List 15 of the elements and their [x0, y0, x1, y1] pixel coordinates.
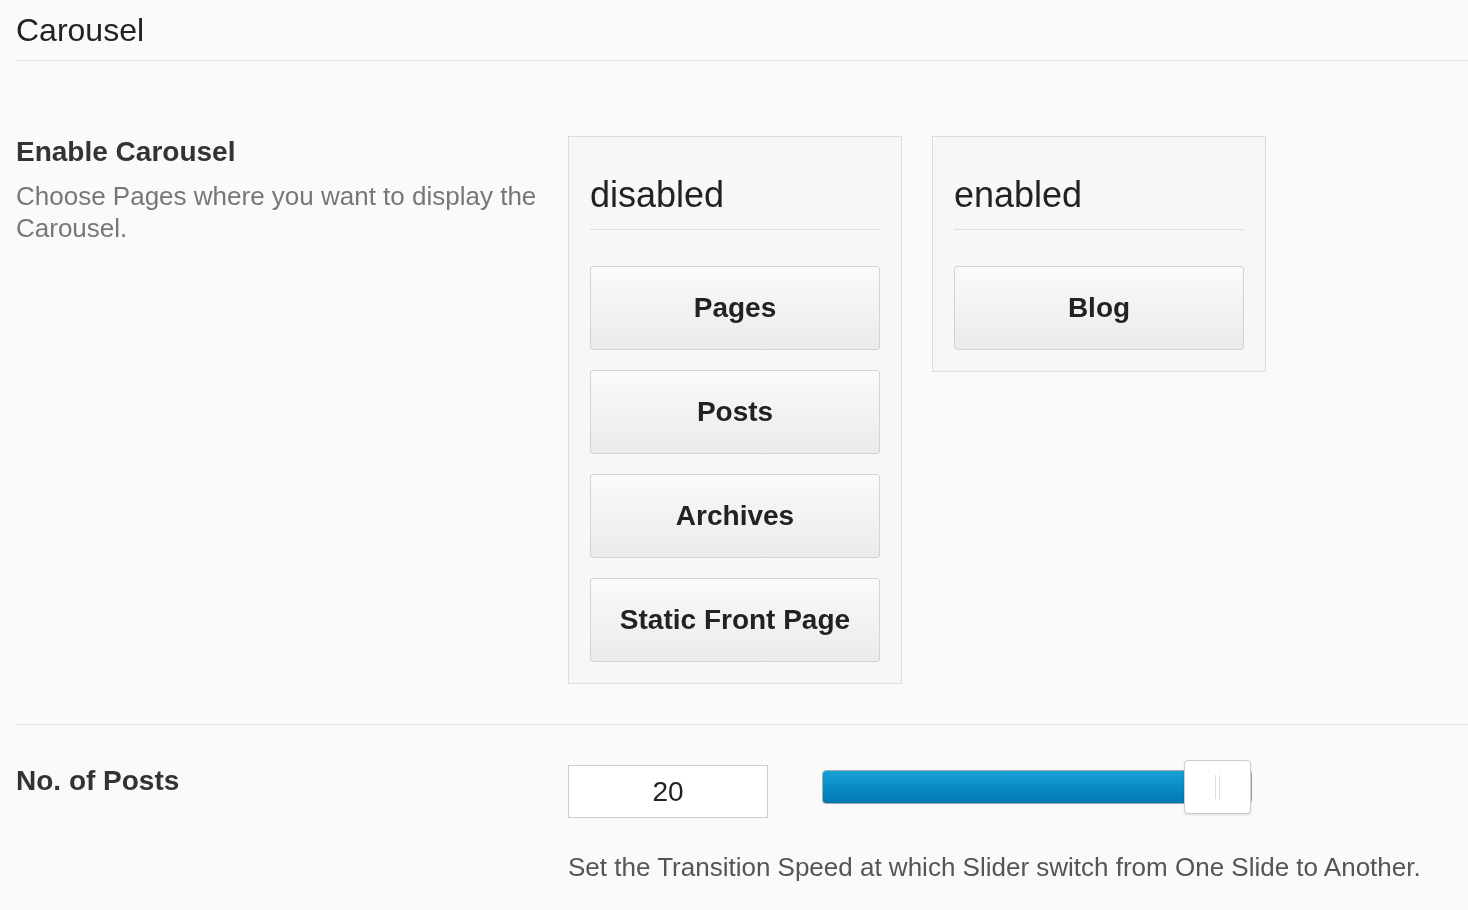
page-title: Carousel	[16, 11, 145, 50]
section-label: No. of Posts	[16, 765, 180, 796]
section-label: Enable Carousel	[16, 136, 236, 168]
hint-text: Set the Transition Speed at which Slider switch from One Slide to Another.	[568, 851, 1421, 884]
page-item[interactable]: Blog	[954, 266, 1244, 350]
number-field[interactable]: 20	[568, 765, 768, 818]
slider[interactable]	[822, 759, 1252, 816]
column-title: enabled	[954, 173, 1083, 217]
column-title: disabled	[590, 173, 725, 217]
page-item[interactable]: Archives	[590, 474, 880, 558]
page-item[interactable]: Static Front Page	[590, 578, 880, 662]
page-item[interactable]: Pages	[590, 266, 880, 350]
section-description: Choose Pages where you want to display the Carousel.	[16, 180, 538, 244]
slider-handle[interactable]	[1183, 759, 1251, 814]
page-item[interactable]: Posts	[590, 370, 880, 454]
